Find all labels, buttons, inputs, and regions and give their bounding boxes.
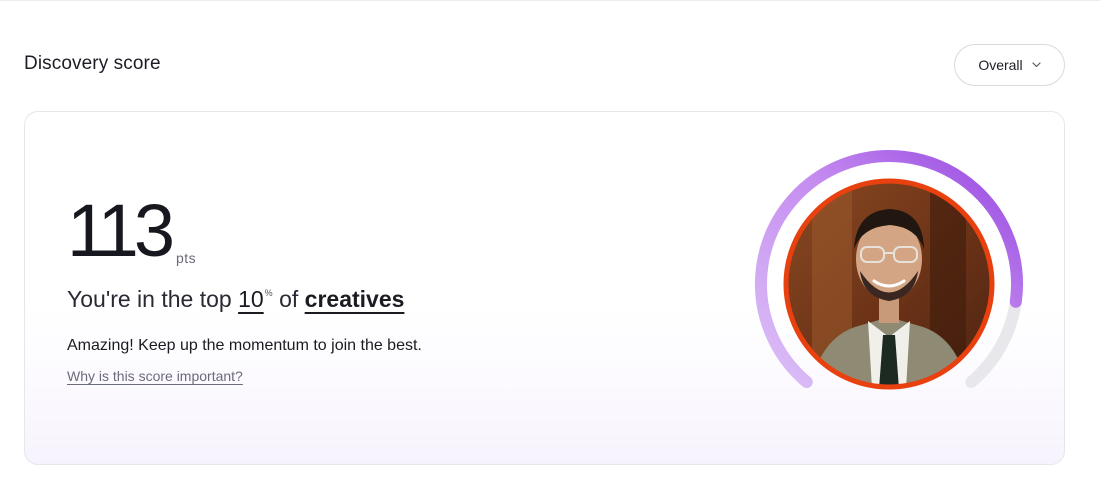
rank-percent-value: 10	[238, 286, 264, 312]
score-progress-gauge	[754, 150, 1023, 390]
dropdown-selected-label: Overall	[978, 57, 1023, 73]
rank-percent-sign: %	[264, 288, 273, 298]
why-score-important-link[interactable]: Why is this score important?	[67, 368, 243, 384]
score-value: 113	[67, 189, 175, 272]
score-display: 113 pts	[67, 194, 196, 268]
chevron-down-icon	[1032, 62, 1041, 68]
rank-statement: You're in the top 10% of creatives	[67, 286, 404, 313]
rank-prefix: You're in the top	[67, 286, 232, 312]
top-divider	[0, 0, 1100, 1]
encouragement-message: Amazing! Keep up the momentum to join th…	[67, 337, 422, 354]
avatar	[783, 178, 995, 390]
score-filter-dropdown[interactable]: Overall	[954, 44, 1065, 86]
rank-group-link[interactable]: creatives	[305, 286, 405, 312]
discovery-score-card: 113 pts You're in the top 10% of creativ…	[24, 111, 1065, 465]
rank-of: of	[279, 286, 299, 312]
rank-value-number: 10	[238, 286, 264, 312]
score-unit: pts	[175, 250, 197, 266]
section-title: Discovery score	[24, 53, 161, 74]
